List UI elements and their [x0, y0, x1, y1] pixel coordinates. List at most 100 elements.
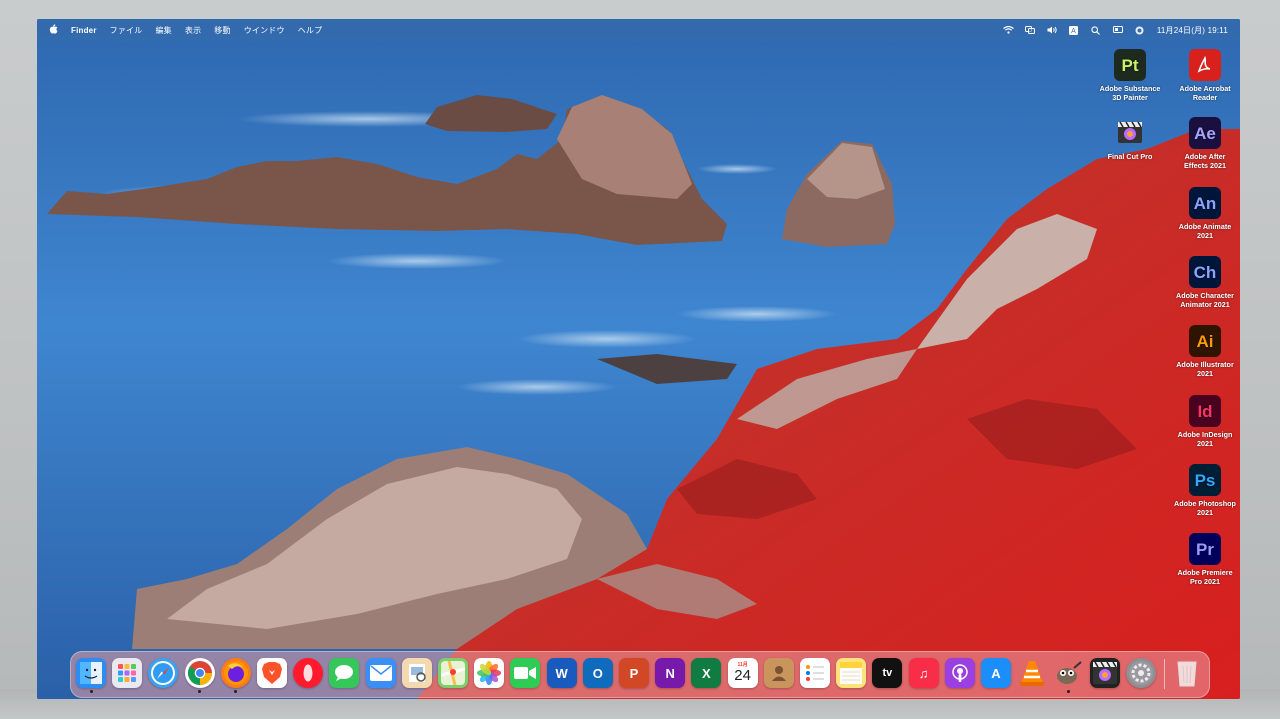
- dock-items: W O P N X 11月 24 tv ♫ A: [71, 652, 1209, 697]
- desktop-icons-area: Pt Adobe Substance 3D Painter Adobe Acrobat…: [1070, 49, 1240, 609]
- desktop-icon-adobe-character-animator-2021[interactable]: Ch Adobe Character Animator 2021: [1165, 256, 1240, 309]
- photos-icon[interactable]: [474, 658, 505, 688]
- onenote-icon[interactable]: N: [655, 658, 686, 688]
- app-tile-icon: Ch: [1189, 256, 1221, 288]
- cast-icon[interactable]: [1112, 26, 1123, 34]
- outlook-icon[interactable]: O: [582, 658, 613, 688]
- app-tile-icon: [1114, 117, 1146, 149]
- music-icon[interactable]: ♫: [908, 658, 939, 688]
- spotlight-icon[interactable]: [1091, 26, 1101, 35]
- volume-icon[interactable]: [1047, 26, 1057, 34]
- dock: W O P N X 11月 24 tv ♫ A: [70, 651, 1210, 698]
- desktop-icon-adobe-premiere-pro-2021[interactable]: Pr Adobe Premiere Pro 2021: [1165, 533, 1240, 586]
- menu-view[interactable]: 表示: [185, 25, 201, 36]
- mail-icon[interactable]: [365, 658, 396, 688]
- menu-window[interactable]: ウインドウ: [244, 25, 285, 36]
- menu-help[interactable]: ヘルプ: [298, 25, 323, 36]
- calendar-day-label: 24: [734, 667, 751, 684]
- dock-separator: [1164, 659, 1165, 689]
- desktop-icon-label: Adobe Animate: [1178, 222, 1232, 231]
- app-store-icon[interactable]: A: [981, 658, 1011, 688]
- word-icon[interactable]: W: [546, 658, 577, 688]
- svg-text:A: A: [1071, 28, 1076, 35]
- desktop-icon-adobe-animate-2021[interactable]: An Adobe Animate 2021: [1165, 187, 1240, 240]
- desktop-icon-adobe-substance-3d-painter[interactable]: Pt Adobe Substance 3D Painter: [1090, 49, 1170, 102]
- desktop-icon-adobe-illustrator-2021[interactable]: Ai Adobe Illustrator 2021: [1165, 325, 1240, 378]
- launchpad-icon[interactable]: [112, 658, 143, 688]
- desktop-icon-final-cut-pro[interactable]: Final Cut Pro: [1090, 117, 1170, 161]
- desktop-icon-adobe-acrobat-reader[interactable]: Adobe Acrobat Reader: [1165, 49, 1240, 102]
- app-tile-icon: [1189, 49, 1221, 81]
- desktop-icon-label-line2: 2021: [1197, 231, 1213, 240]
- facetime-icon[interactable]: [510, 658, 541, 688]
- reminders-icon[interactable]: [800, 658, 830, 688]
- control-center-icon[interactable]: [1024, 26, 1035, 34]
- chrome-icon[interactable]: [184, 658, 215, 693]
- app-tile-icon: Pt: [1114, 49, 1146, 81]
- input-source-icon[interactable]: A: [1068, 26, 1079, 35]
- powerpoint-glyph: P: [629, 665, 639, 681]
- tv-icon[interactable]: tv: [872, 658, 903, 688]
- brave-icon[interactable]: [257, 658, 287, 688]
- desktop-screen: Finder ファイル 編集 表示 移動 ウインドウ ヘルプ A 11月24日(…: [37, 19, 1240, 699]
- desktop-icon-label-line2: 2021: [1197, 508, 1213, 517]
- desktop-icon-label-line2: Pro 2021: [1190, 577, 1220, 586]
- desktop-icon-label-line2: Reader: [1192, 93, 1218, 102]
- safari-icon[interactable]: [148, 658, 179, 688]
- desktop-icon-label: Final Cut Pro: [1107, 152, 1153, 161]
- desktop-icon-label: Adobe InDesign: [1177, 430, 1233, 439]
- apple-menu-icon[interactable]: [49, 23, 58, 37]
- notes-icon[interactable]: [836, 658, 867, 688]
- menu-go[interactable]: 移動: [214, 25, 230, 36]
- desktop-icon-label-line2: 3D Painter: [1112, 93, 1148, 102]
- app-store-glyph: A: [991, 665, 1001, 681]
- app-tile-icon: An: [1189, 187, 1221, 219]
- desktop-icon-label: Adobe Premiere: [1177, 568, 1233, 577]
- wifi-icon[interactable]: [1002, 26, 1014, 34]
- desktop-icon-adobe-indesign-2021[interactable]: Id Adobe InDesign 2021: [1165, 395, 1240, 448]
- powerpoint-icon[interactable]: P: [619, 658, 649, 688]
- desktop-icon-label-line2: 2021: [1197, 369, 1213, 378]
- onenote-glyph: N: [665, 665, 675, 681]
- final-cut-pro-dock-icon[interactable]: [1089, 658, 1120, 688]
- preview-icon[interactable]: [401, 658, 432, 688]
- app-tile-icon: Pr: [1189, 533, 1221, 565]
- desktop-icon-adobe-after-effects-2021[interactable]: Ae Adobe After Effects 2021: [1165, 117, 1240, 170]
- menu-file[interactable]: ファイル: [110, 25, 143, 36]
- app-tile-icon: Ae: [1189, 117, 1221, 149]
- siri-icon[interactable]: [1135, 26, 1145, 35]
- menu-edit[interactable]: 編集: [155, 25, 171, 36]
- system-preferences-icon[interactable]: [1125, 658, 1156, 688]
- app-tile-icon: Ai: [1189, 325, 1221, 357]
- desktop-icon-label: Adobe Photoshop: [1174, 499, 1236, 508]
- app-tile-icon: Id: [1189, 395, 1221, 427]
- tv-glyph: tv: [882, 667, 893, 679]
- menu-bar: Finder ファイル 編集 表示 移動 ウインドウ ヘルプ A 11月24日(…: [37, 19, 1240, 41]
- excel-glyph: X: [702, 665, 711, 681]
- desktop-icon-label: Adobe Illustrator: [1176, 360, 1234, 369]
- maps-icon[interactable]: [438, 658, 468, 688]
- vlc-icon[interactable]: [1017, 658, 1047, 688]
- menu-app-name[interactable]: Finder: [71, 26, 97, 35]
- word-glyph: W: [555, 665, 568, 681]
- gimp-icon[interactable]: [1053, 658, 1083, 693]
- desktop-icon-label-line2: Effects 2021: [1184, 161, 1226, 170]
- desktop-icon-label: Adobe Character: [1176, 291, 1234, 300]
- outlook-glyph: O: [592, 665, 603, 681]
- menu-clock[interactable]: 11月24日(月) 19:11: [1157, 25, 1228, 36]
- desktop-icon-adobe-photoshop-2021[interactable]: Ps Adobe Photoshop 2021: [1165, 464, 1240, 517]
- desktop-icon-label: Adobe After: [1184, 152, 1226, 161]
- trash-icon[interactable]: [1172, 658, 1202, 688]
- wallpaper-big-sur-coast: [37, 19, 1240, 699]
- calendar-icon[interactable]: 11月 24: [727, 658, 758, 688]
- opera-icon[interactable]: [293, 658, 324, 688]
- excel-icon[interactable]: X: [691, 658, 722, 688]
- messages-icon[interactable]: [329, 658, 360, 688]
- firefox-icon[interactable]: [220, 658, 251, 693]
- podcasts-icon[interactable]: [944, 658, 975, 688]
- contacts-icon[interactable]: [763, 658, 794, 688]
- desktop-icon-label-line2: Animator 2021: [1180, 300, 1230, 309]
- finder-icon[interactable]: [76, 658, 106, 693]
- running-indicator: [89, 690, 93, 693]
- app-tile-icon: Ps: [1189, 464, 1221, 496]
